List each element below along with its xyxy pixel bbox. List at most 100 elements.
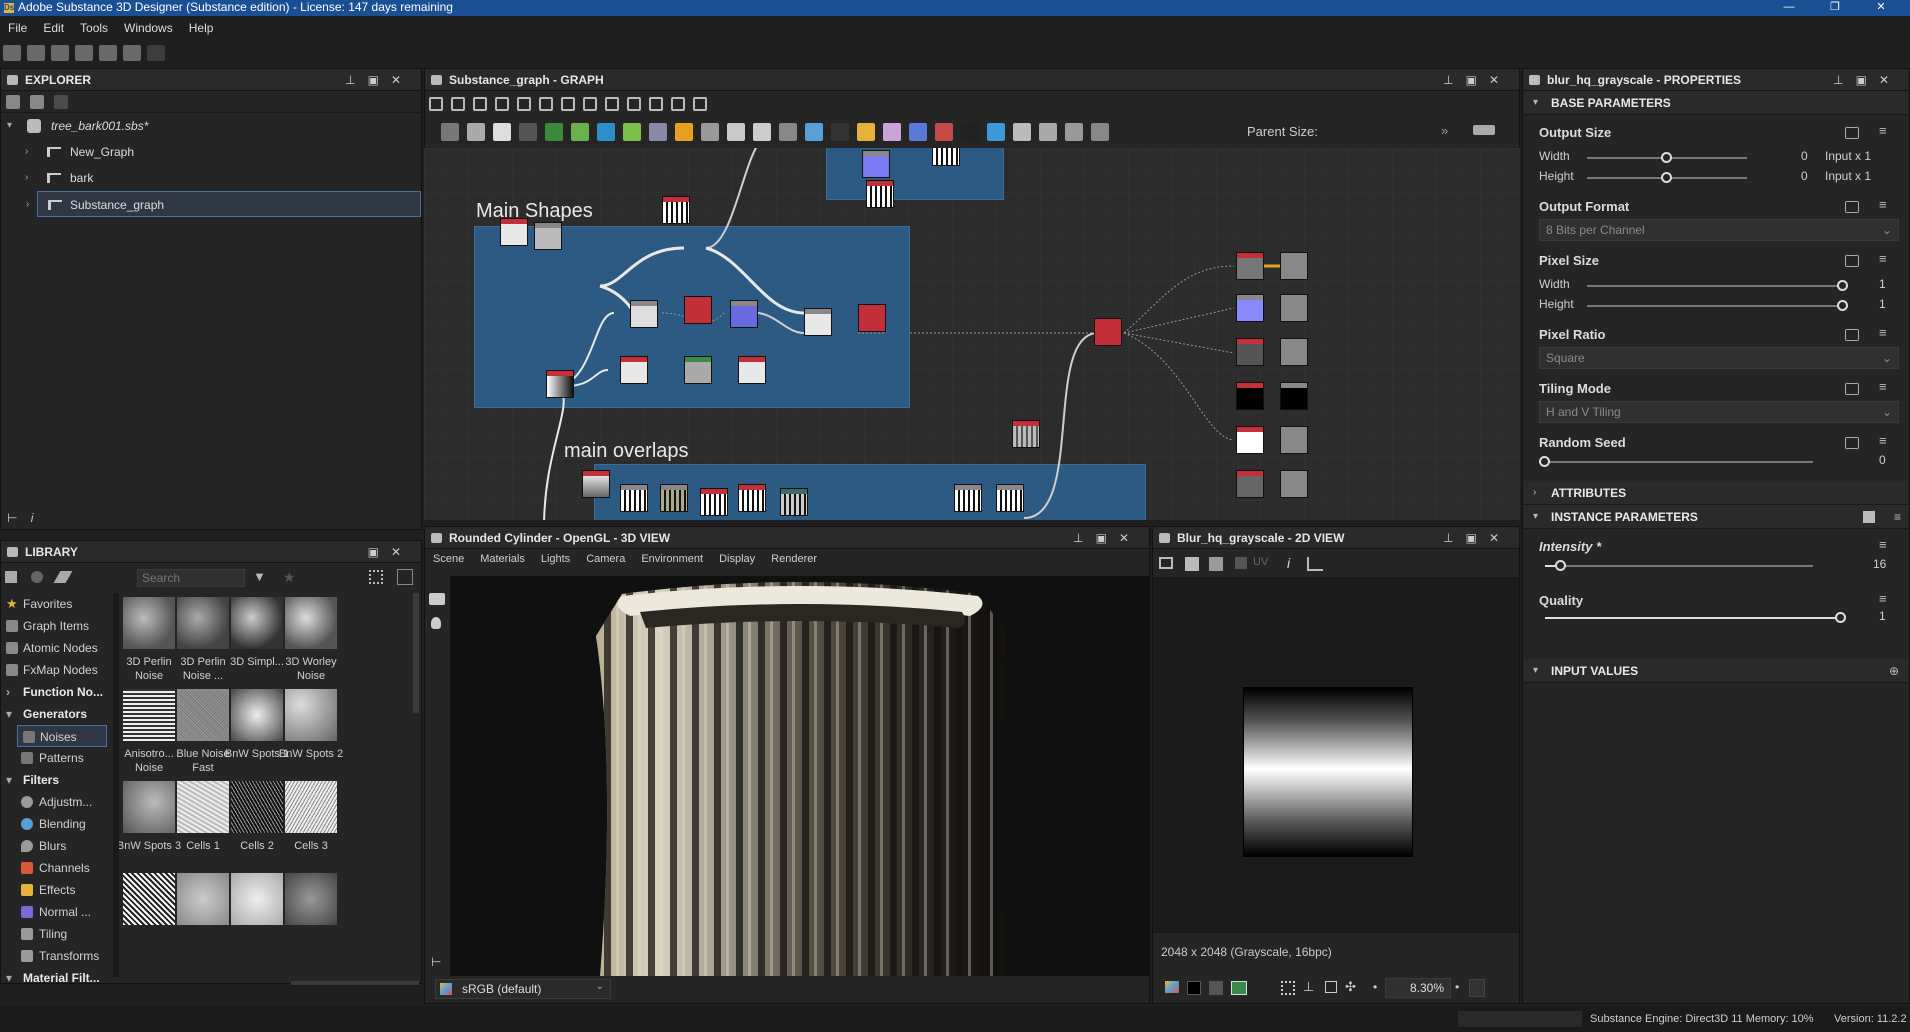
intensity-knob[interactable] [1555,560,1566,571]
library-item-thumbnail[interactable] [231,873,283,925]
node-shortcut-icon[interactable] [1013,123,1031,141]
screenshot-icon[interactable] [473,97,487,111]
section-input-values[interactable]: ▾ INPUT VALUES ⊕ [1523,659,1909,683]
pixel-width-knob[interactable] [1837,280,1848,291]
random-seed-knob[interactable] [1539,456,1550,467]
random-seed-value[interactable]: 0 [1879,453,1886,467]
info-icon[interactable]: i [31,511,34,525]
menu-renderer[interactable]: Renderer [763,549,825,569]
graph-node[interactable] [700,488,728,516]
graph-canvas[interactable]: Main Shapes main overlaps [424,148,1520,520]
node-shortcut-icon[interactable] [1039,123,1057,141]
close-icon[interactable]: ✕ [391,73,413,87]
node-shortcut-icon[interactable] [571,123,589,141]
library-item-thumbnail[interactable] [123,689,175,741]
graph-node[interactable] [1236,470,1264,498]
graph-node[interactable] [684,356,712,384]
library-item-thumbnail[interactable] [177,689,229,741]
route-icon[interactable] [627,97,641,111]
lock-icon[interactable] [1469,979,1485,997]
pixel-width-slider[interactable] [1587,285,1843,287]
undo-icon[interactable] [123,45,141,61]
node-shortcut-icon[interactable] [857,123,875,141]
quality-slider[interactable] [1545,617,1841,619]
section-base-parameters[interactable]: ▾ BASE PARAMETERS [1523,91,1909,115]
library-tree-icon[interactable] [5,571,17,583]
new-package-icon[interactable] [27,45,45,61]
category-atomic-nodes[interactable]: Atomic Nodes [1,637,111,659]
graph-node[interactable] [1012,420,1040,448]
category-function-nodes[interactable]: › Function No... [1,681,111,703]
graph-node[interactable] [866,180,894,208]
graph-node[interactable] [660,484,688,512]
node-shortcut-icon[interactable] [1065,123,1083,141]
refresh-icon[interactable] [54,95,68,109]
package-row[interactable]: ▾ tree_bark001.sbs* [1,113,421,139]
link-param-icon[interactable] [1845,201,1859,213]
hierarchy-icon[interactable]: ⊢ [7,511,17,525]
category-adjustments[interactable]: Adjustm... [1,791,111,813]
output-format-dropdown[interactable]: 8 Bits per Channel ⌄ [1539,219,1899,241]
favorite-filter-icon[interactable]: ★ [283,569,296,586]
param-menu-icon[interactable]: ≡ [1879,197,1887,212]
pin-icon[interactable]: ⊥ [1443,73,1465,87]
node-shortcut-icon[interactable] [675,123,693,141]
library-item-thumbnail[interactable] [123,781,175,833]
node-shortcut-icon[interactable] [935,123,953,141]
hierarchy-icon[interactable]: ⊢ [431,955,441,969]
preset-icon[interactable] [1863,511,1875,523]
graph-node[interactable] [1280,252,1308,280]
param-menu-icon[interactable]: ≡ [1879,591,1887,606]
menu-tools[interactable]: Tools [72,18,116,38]
section-instance-parameters[interactable]: ▾ INSTANCE PARAMETERS ≡ [1523,505,1909,529]
category-channels[interactable]: Channels [1,857,111,879]
link-param-icon[interactable] [1845,255,1859,267]
graph-node[interactable] [996,484,1024,512]
graph-node[interactable] [620,484,648,512]
graph-node[interactable] [954,484,982,512]
param-menu-icon[interactable]: ≡ [1879,123,1887,138]
menu-scene[interactable]: Scene [425,549,472,569]
minimize-button[interactable]: — [1766,1,1812,13]
graph-node[interactable] [862,150,890,178]
float-icon[interactable]: ▣ [368,73,391,87]
node-shortcut-icon[interactable] [883,123,901,141]
menu-camera[interactable]: Camera [578,549,633,569]
graph-node[interactable] [1236,294,1264,322]
node-shortcut-icon[interactable] [519,123,537,141]
frame-all-icon[interactable] [429,97,443,111]
copy-icon[interactable] [1209,557,1223,571]
move-icon[interactable]: ✣ [1345,979,1356,995]
channel-icon[interactable] [1231,981,1247,995]
graph-row-selected[interactable]: › Substance_graph [26,191,421,217]
category-fxmap-nodes[interactable]: FxMap Nodes [1,659,111,681]
float-icon[interactable]: ▣ [1466,531,1489,545]
param-menu-icon[interactable]: ≡ [1879,251,1887,266]
category-material-filters[interactable]: ▾ Material Filt... [1,967,111,989]
library-item-thumbnail[interactable] [285,689,337,741]
list-view-icon[interactable] [397,569,413,585]
library-item-thumbnail[interactable] [123,873,175,925]
menu-display[interactable]: Display [711,549,763,569]
node-shortcut-icon[interactable] [701,123,719,141]
node-shortcut-icon[interactable] [623,123,641,141]
node-shortcut-icon[interactable] [493,123,511,141]
align-icon[interactable] [539,97,553,111]
toolbar-overflow-icon[interactable]: » [1441,123,1448,138]
close-icon[interactable]: ✕ [391,545,413,559]
library-item-thumbnail[interactable] [285,781,337,833]
list-icon[interactable] [583,97,597,111]
redo-icon[interactable] [147,45,165,61]
menu-lights[interactable]: Lights [533,549,578,569]
pixel-height-value[interactable]: 1 [1879,297,1886,311]
graph-node[interactable] [738,484,766,512]
library-edit-icon[interactable] [53,571,73,583]
menu-materials[interactable]: Materials [472,549,533,569]
node-shortcut-icon[interactable] [727,123,745,141]
graph-node[interactable] [500,218,528,246]
graph-node[interactable] [1236,252,1264,280]
graph-node[interactable] [630,300,658,328]
2d-viewport[interactable] [1153,577,1519,933]
category-blending[interactable]: Blending [1,813,111,835]
output-width-value[interactable]: 0 [1801,149,1808,163]
